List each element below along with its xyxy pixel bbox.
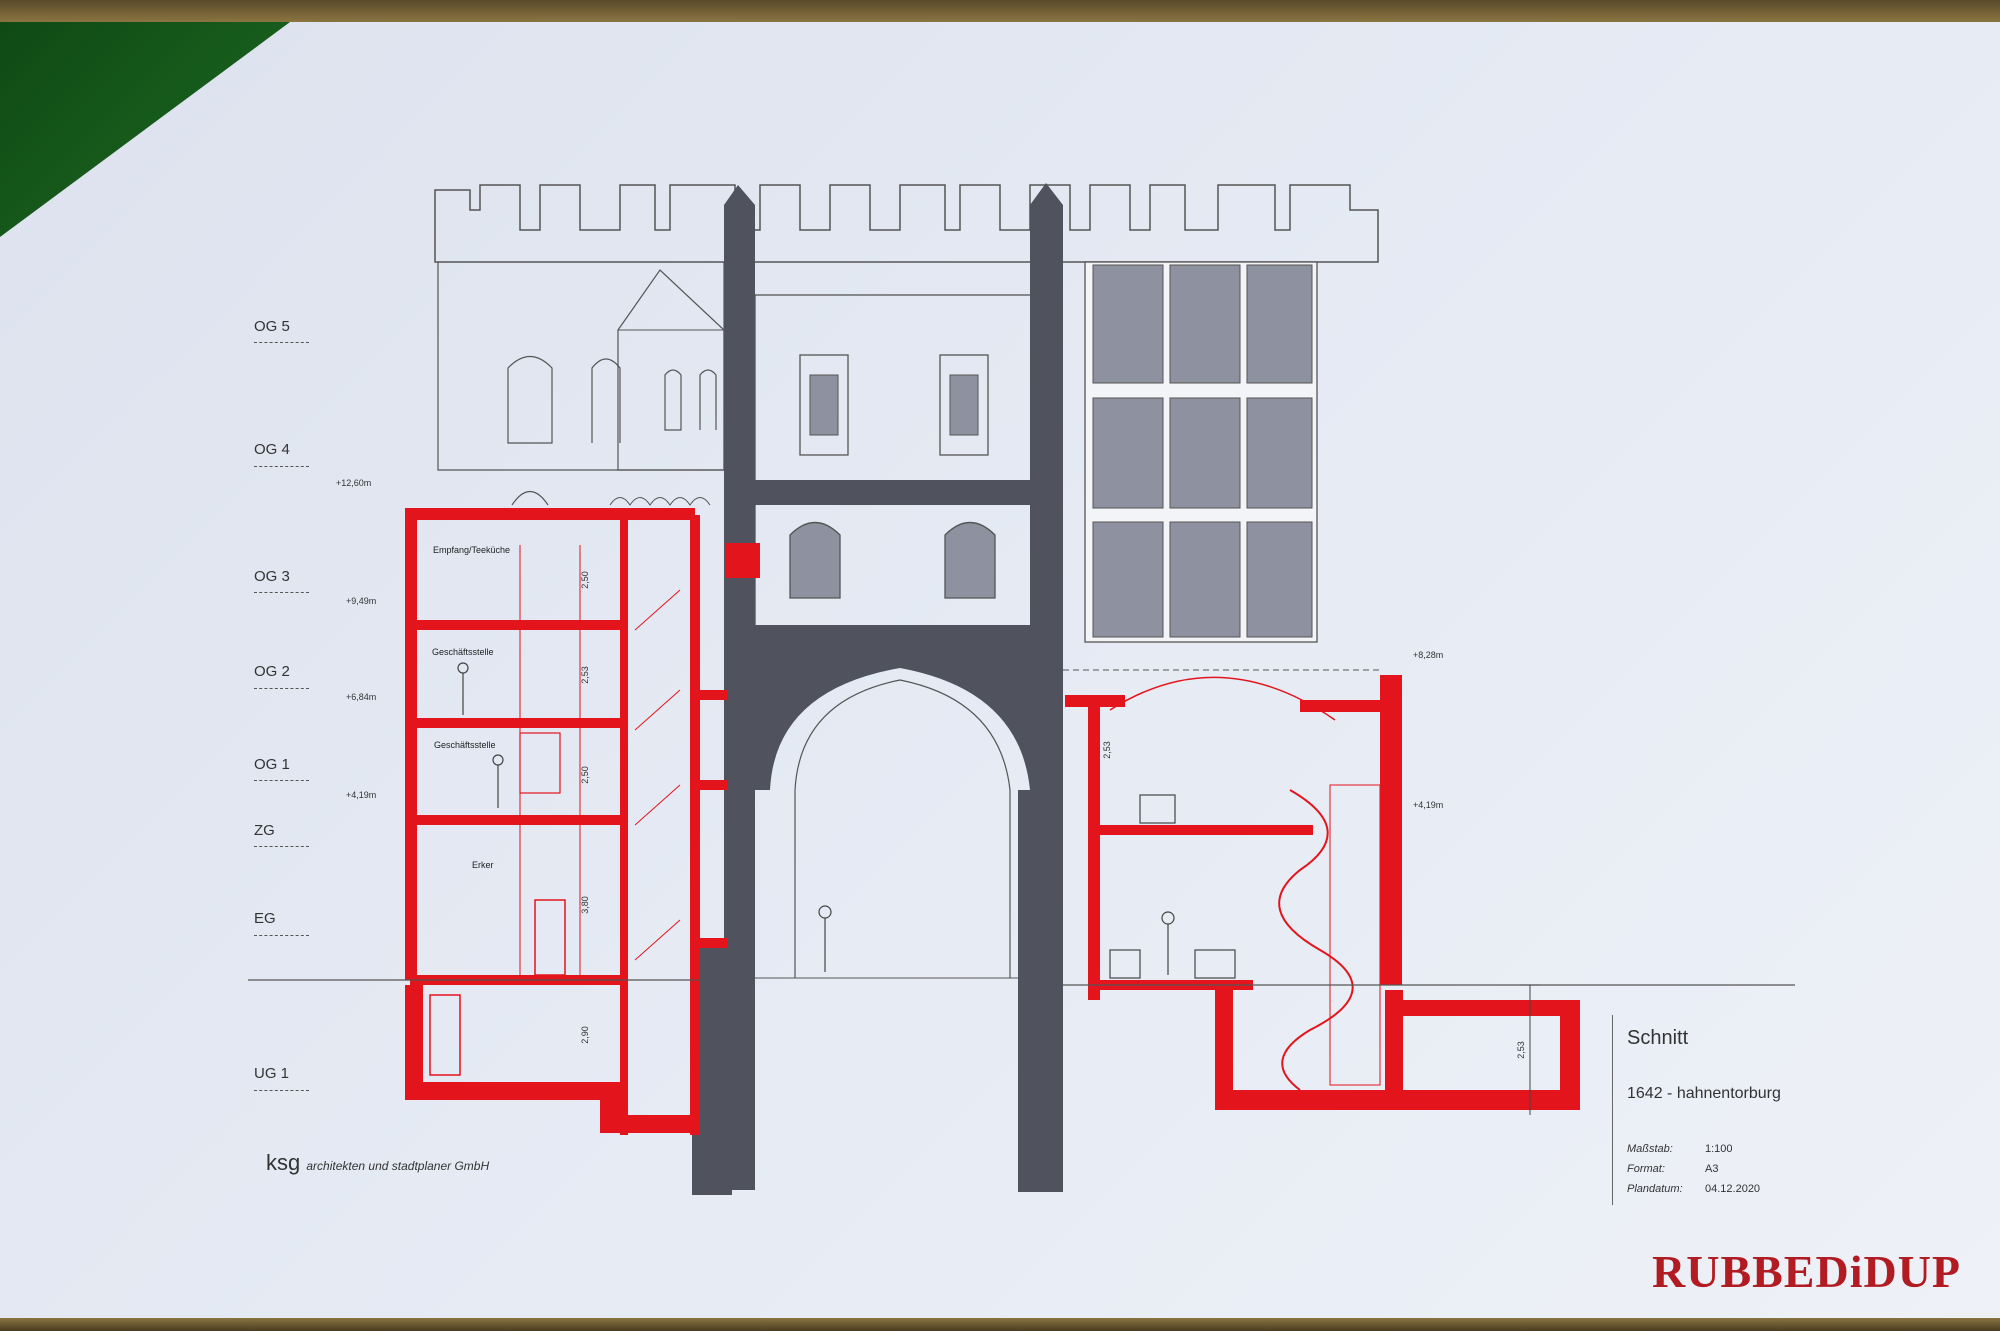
level-marker <box>254 846 309 847</box>
level-label-og3: OG 3 <box>254 568 290 585</box>
level-marker <box>254 342 309 343</box>
right-section <box>1065 675 1580 1110</box>
left-tower-outline <box>437 262 725 471</box>
gate-window-3 <box>789 521 841 599</box>
drawing-title: Schnitt <box>1627 1027 1689 1049</box>
arcade-row <box>609 497 711 506</box>
gate-arch <box>755 655 1045 790</box>
row-label: Format: <box>1627 1163 1665 1175</box>
gate-window-1-glass <box>809 374 839 436</box>
level-label-og2: OG 2 <box>254 663 290 680</box>
gate-arch-inner <box>794 679 1011 978</box>
dimension-label: 3,80 <box>579 896 590 914</box>
elevation-label: +12,60m <box>336 478 372 488</box>
room-label: Empfang/Teeküche <box>433 545 511 555</box>
level-label-og4: OG 4 <box>254 441 290 458</box>
title-row-format: Format: A3 <box>1627 1163 1718 1175</box>
row-value: A3 <box>1705 1163 1719 1175</box>
arched-window-5 <box>511 490 549 506</box>
gate-upper-band <box>755 480 1045 505</box>
row-value: 1:100 <box>1705 1143 1733 1155</box>
arched-window-4 <box>699 369 717 430</box>
battlements <box>434 184 1379 263</box>
monitor-frame-bottom <box>0 1318 2000 1331</box>
elevation-label: +6,84m <box>346 692 377 702</box>
dimension-label: 2,90 <box>579 1026 590 1044</box>
arched-window-1 <box>507 355 553 444</box>
title-row-date: Plandatum: 04.12.2020 <box>1627 1183 1760 1195</box>
project-name: 1642 - hahnentorburg <box>1627 1085 1781 1102</box>
level-label-og5: OG 5 <box>254 318 290 335</box>
stair-rail <box>1329 784 1381 1086</box>
gate-window-4 <box>944 521 996 599</box>
level-label-zg: ZG <box>254 822 275 839</box>
elevation-label: +4,19m <box>346 790 377 800</box>
gate-window-2-glass <box>949 374 979 436</box>
level-label-og1: OG 1 <box>254 756 290 773</box>
room-label: Erker <box>472 860 494 870</box>
level-marker <box>254 935 309 936</box>
dimension-label: 2,53 <box>579 666 590 684</box>
elevation-label: +8,28m <box>1413 650 1444 660</box>
level-marker <box>254 466 309 467</box>
level-label-ug1: UG 1 <box>254 1065 290 1082</box>
arched-window-3 <box>664 369 682 431</box>
architect-logo: ksg <box>266 1150 301 1175</box>
row-label: Maßstab: <box>1627 1143 1673 1155</box>
glazed-facade <box>1084 261 1318 643</box>
architect-name: architekten und stadtplaner GmbH <box>306 1159 490 1173</box>
dimension-label: 2,53 <box>1515 1041 1526 1059</box>
elevation-label: +9,49m <box>346 596 377 606</box>
arched-window-2 <box>591 358 621 443</box>
furniture <box>1109 794 1236 979</box>
title-row-scale: Maßstab: 1:100 <box>1627 1143 1733 1155</box>
channel-logo: RUBBEDiDUP <box>1652 1246 1962 1297</box>
level-marker <box>254 780 309 781</box>
room-label: Geschäftsstelle <box>434 740 496 750</box>
gate-lower-band <box>755 625 1045 655</box>
architect-credit: ksg architekten und stadtplaner GmbH <box>266 1150 489 1176</box>
elevation-label: +4,19m <box>1413 800 1444 810</box>
dimension-label: 2,53 <box>1101 741 1112 759</box>
dimension-label: 2,50 <box>579 766 590 784</box>
row-value: 04.12.2020 <box>1705 1183 1761 1195</box>
dimension-label: 2,50 <box>579 571 590 589</box>
title-block: Schnitt 1642 - hahnentorburg Maßstab: 1:… <box>1612 1015 1913 1205</box>
row-label: Plandatum: <box>1627 1183 1683 1195</box>
level-label-eg: EG <box>254 910 276 927</box>
level-marker <box>254 1090 309 1091</box>
level-marker <box>254 688 309 689</box>
room-label: Geschäftsstelle <box>432 647 494 657</box>
level-marker <box>254 592 309 593</box>
right-vault <box>1109 676 1336 721</box>
